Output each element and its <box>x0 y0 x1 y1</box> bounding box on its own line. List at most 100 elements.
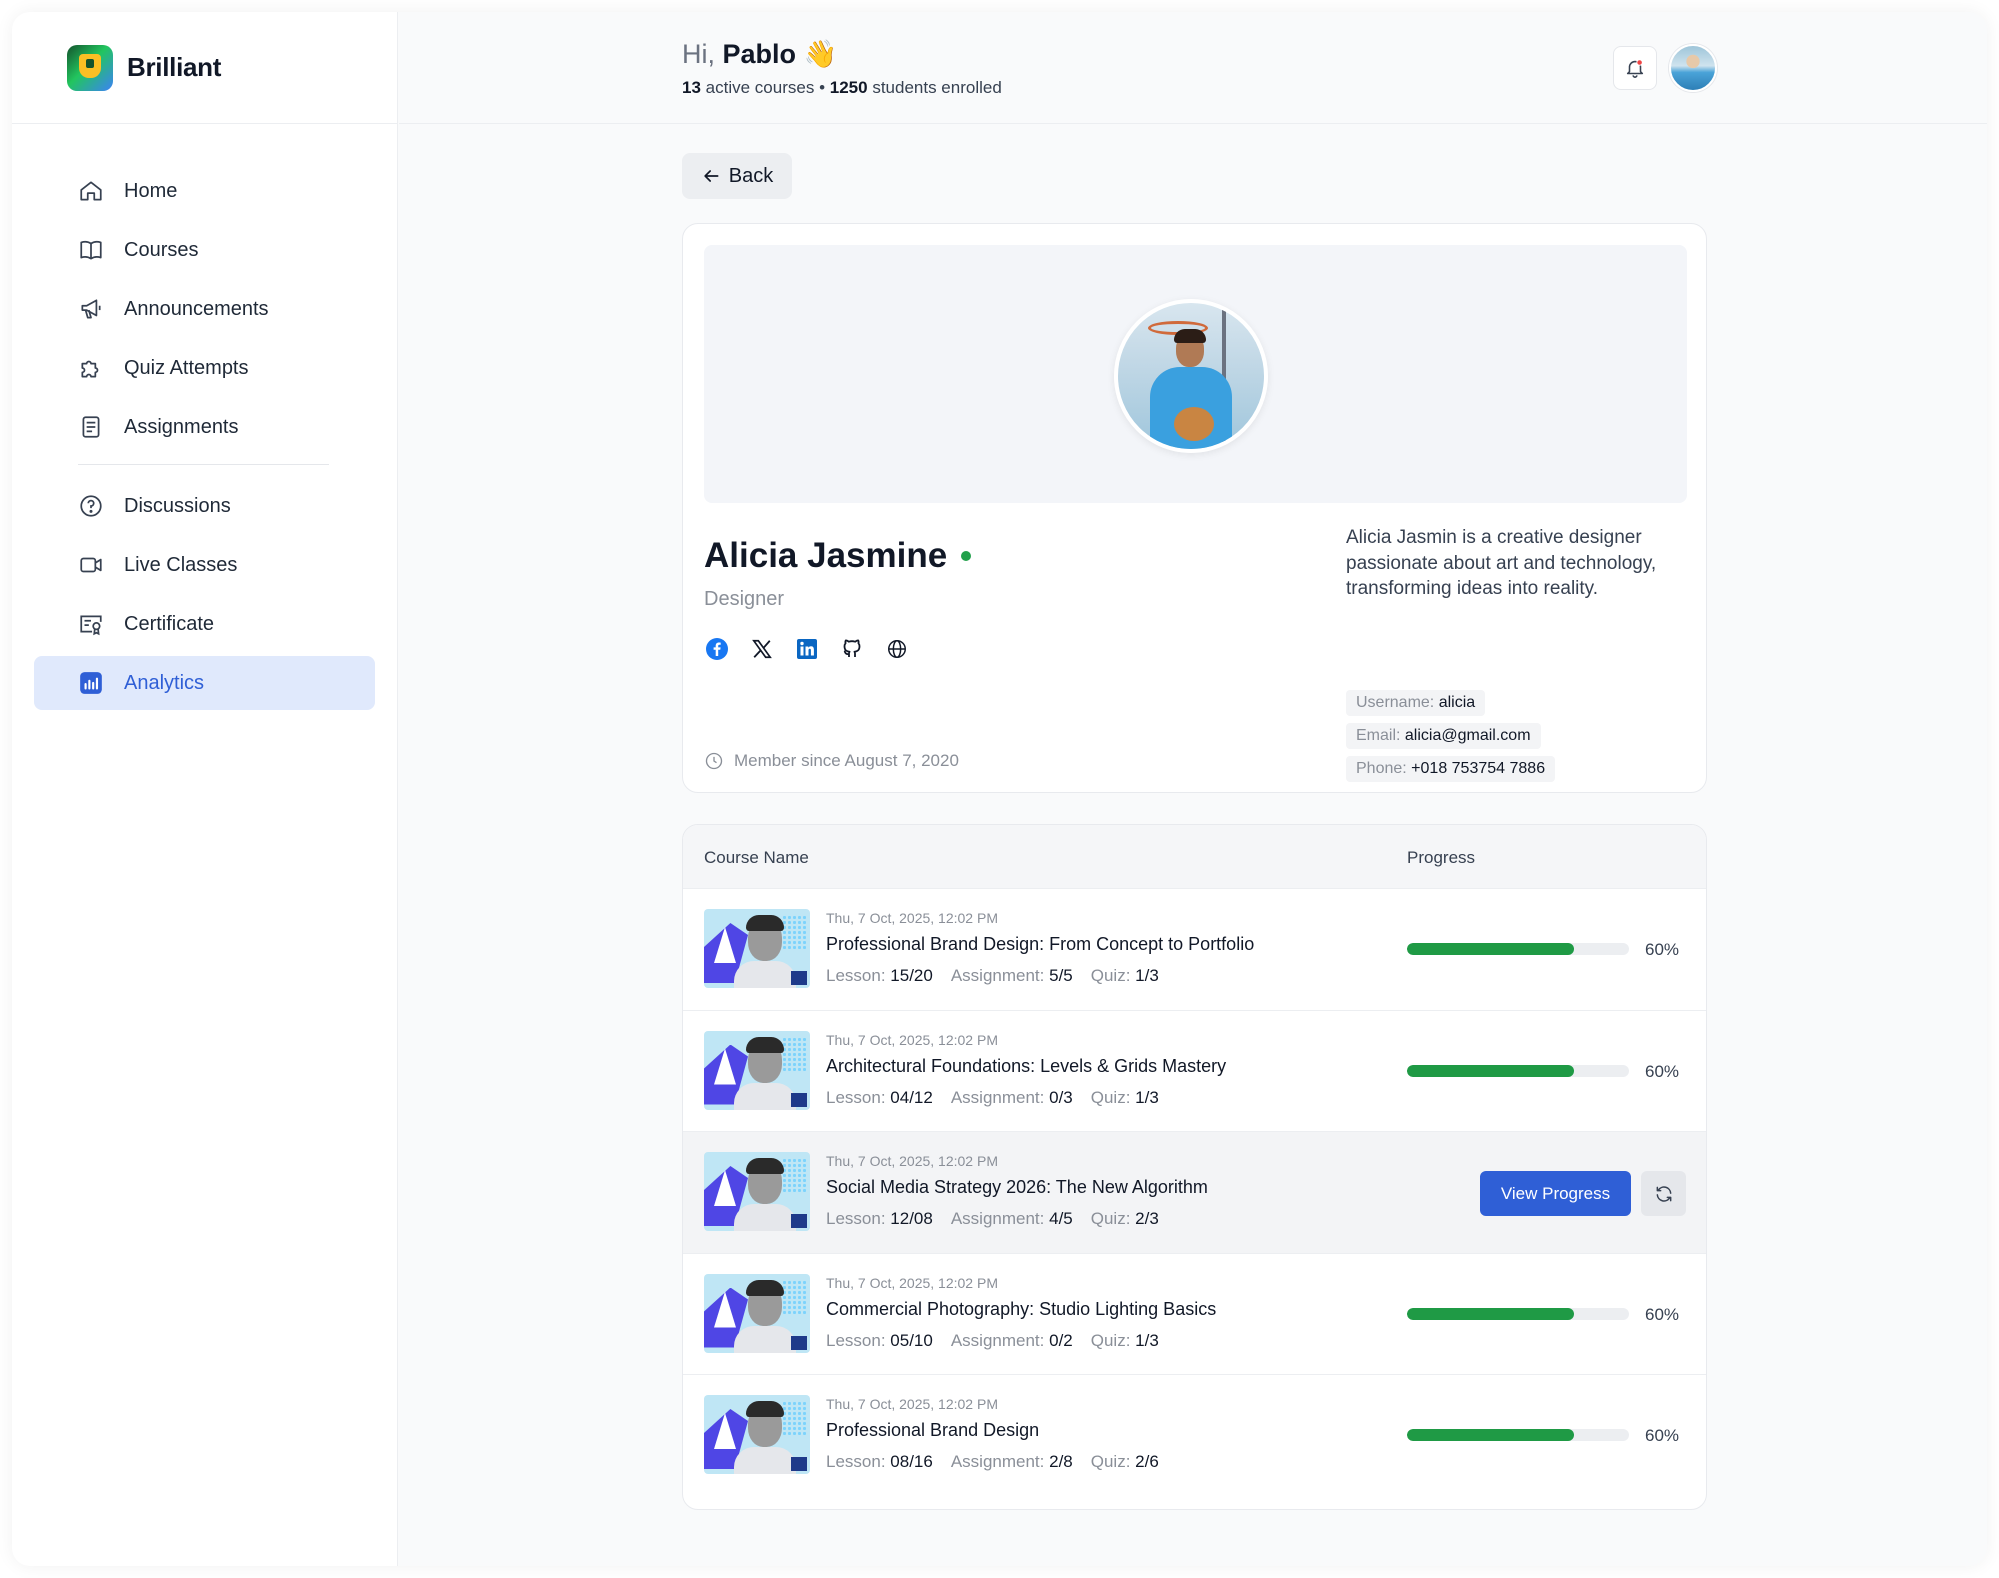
lesson-value: 15/20 <box>890 966 933 985</box>
progress-bar <box>1407 1307 1629 1320</box>
sidebar-item-discussions[interactable]: Discussions <box>34 479 375 533</box>
progress-bar-fill <box>1407 1064 1574 1077</box>
students-count: 1250 <box>829 78 868 97</box>
email-value: alicia@gmail.com <box>1404 727 1531 744</box>
lesson-stat: Lesson: 08/16 <box>826 1452 933 1472</box>
analytics-icon <box>80 672 102 694</box>
active-courses-count: 13 <box>682 78 701 97</box>
view-progress-button[interactable]: View Progress <box>1480 1171 1631 1216</box>
quiz-label: Quiz: <box>1090 1209 1131 1228</box>
globe-icon[interactable] <box>884 636 910 662</box>
table-row[interactable]: Thu, 7 Oct, 2025, 12:02 PM Architectural… <box>683 1011 1706 1132</box>
github-icon[interactable] <box>839 636 865 662</box>
sidebar-item-label: Announcements <box>124 297 269 320</box>
assignment-value: 5/5 <box>1049 966 1073 985</box>
progress-percent: 60% <box>1645 1304 1680 1324</box>
table-body: Thu, 7 Oct, 2025, 12:02 PM Professional … <box>683 889 1706 1497</box>
quiz-stat: Quiz: 2/3 <box>1091 1209 1159 1229</box>
sidebar-item-assignments[interactable]: Assignments <box>34 400 375 454</box>
course-title[interactable]: Commercial Photography: Studio Lighting … <box>826 1299 1216 1320</box>
progress-bar-fill <box>1407 1307 1574 1320</box>
table-row[interactable]: Thu, 7 Oct, 2025, 12:02 PM Professional … <box>683 889 1706 1011</box>
social-links <box>704 636 910 662</box>
home-icon <box>80 181 102 201</box>
assignment-stat: Assignment: 5/5 <box>951 966 1073 986</box>
profile-cover <box>704 245 1687 503</box>
facebook-icon[interactable] <box>704 636 730 662</box>
app-window: Brilliant Home Courses Announcements Qui… <box>12 12 1987 1566</box>
sidebar-item-analytics[interactable]: Analytics <box>34 656 375 710</box>
greeting-block: Hi, Pablo 👋 13 active courses • 1250 stu… <box>682 38 1002 98</box>
certificate-icon <box>80 615 102 636</box>
assignment-stat: Assignment: 0/3 <box>951 1088 1073 1108</box>
course-date: Thu, 7 Oct, 2025, 12:02 PM <box>826 910 998 926</box>
back-label: Back <box>728 164 774 187</box>
profile-role: Designer <box>704 588 785 610</box>
lesson-value: 12/08 <box>890 1209 933 1228</box>
lesson-label: Lesson: <box>826 966 886 985</box>
course-title[interactable]: Architectural Foundations: Levels & Grid… <box>826 1056 1226 1077</box>
quiz-value: 1/3 <box>1135 1330 1159 1350</box>
clock-icon <box>705 752 723 770</box>
sidebar-item-label: Assignments <box>124 415 239 438</box>
sidebar-item-courses[interactable]: Courses <box>34 223 375 277</box>
linkedin-icon[interactable] <box>794 636 820 662</box>
refresh-button[interactable] <box>1641 1171 1686 1216</box>
phone-row: Phone: +018 753754 7886 <box>1346 756 1556 782</box>
table-header: Course Name Progress <box>683 825 1706 889</box>
sidebar-item-home[interactable]: Home <box>34 164 375 218</box>
course-date: Thu, 7 Oct, 2025, 12:02 PM <box>826 1396 998 1412</box>
quiz-label: Quiz: <box>1090 1087 1131 1107</box>
students-label: students enrolled <box>872 78 1002 97</box>
user-avatar[interactable] <box>1669 44 1717 92</box>
username-label: Username: <box>1356 694 1435 711</box>
book-icon <box>80 240 102 260</box>
quiz-value: 2/6 <box>1135 1452 1159 1471</box>
course-date: Thu, 7 Oct, 2025, 12:02 PM <box>826 1031 998 1048</box>
sidebar-item-certificate[interactable]: Certificate <box>34 597 375 651</box>
progress-bar-fill <box>1407 1429 1574 1441</box>
course-progress-table: Course Name Progress Thu, 7 Oct, 2025, 1… <box>682 824 1707 1510</box>
quiz-label: Quiz: <box>1090 1330 1131 1350</box>
sidebar-item-live-classes[interactable]: Live Classes <box>34 538 375 592</box>
quiz-value: 1/3 <box>1135 966 1159 985</box>
course-title[interactable]: Professional Brand Design: From Concept … <box>826 934 1254 955</box>
table-row[interactable]: Thu, 7 Oct, 2025, 12:02 PM Social Media … <box>683 1132 1706 1254</box>
course-meta: Lesson: 08/16 Assignment: 2/8 Quiz: 2/6 <box>826 1452 1159 1472</box>
x-icon[interactable] <box>749 636 775 662</box>
quiz-label: Quiz: <box>1090 1452 1131 1471</box>
notifications-button[interactable] <box>1613 46 1657 90</box>
brand[interactable]: Brilliant <box>12 12 397 124</box>
sidebar-item-announcements[interactable]: Announcements <box>34 282 375 336</box>
back-button[interactable]: Back <box>682 153 792 199</box>
assignment-label: Assignment: <box>950 1452 1045 1471</box>
sidebar-item-quiz-attempts[interactable]: Quiz Attempts <box>34 341 375 395</box>
sidebar-nav: Home Courses Announcements Quiz Attempts… <box>34 164 375 715</box>
profile-name-row: Alicia Jasmine <box>704 536 972 576</box>
assignment-label: Assignment: <box>950 966 1045 985</box>
course-meta: Lesson: 12/08 Assignment: 4/5 Quiz: 2/3 <box>826 1209 1159 1229</box>
quiz-label: Quiz: <box>1090 966 1131 985</box>
course-thumbnail <box>704 909 810 988</box>
refresh-icon <box>1656 1185 1671 1202</box>
assignment-value: 4/5 <box>1049 1209 1073 1228</box>
video-icon <box>80 557 102 573</box>
progress-percent: 60% <box>1645 1426 1680 1445</box>
column-header-course-name: Course Name <box>704 848 809 867</box>
quiz-stat: Quiz: 1/3 <box>1091 966 1159 986</box>
lesson-value: 05/10 <box>890 1330 933 1350</box>
course-title[interactable]: Professional Brand Design <box>826 1420 1039 1441</box>
summary-stats: 13 active courses • 1250 students enroll… <box>682 78 1002 98</box>
quiz-stat: Quiz: 1/3 <box>1091 1331 1159 1351</box>
course-title[interactable]: Social Media Strategy 2026: The New Algo… <box>826 1177 1208 1198</box>
lesson-value: 08/16 <box>890 1452 933 1471</box>
profile-bio: Alicia Jasmin is a creative designer pas… <box>1346 527 1657 599</box>
table-row[interactable]: Thu, 7 Oct, 2025, 12:02 PM Commercial Ph… <box>683 1254 1706 1375</box>
greeting-text: Hi, <box>682 39 715 69</box>
course-thumbnail <box>704 1030 810 1110</box>
table-row[interactable]: Thu, 7 Oct, 2025, 12:02 PM Professional … <box>683 1375 1706 1497</box>
user-name: Pablo <box>722 39 797 69</box>
course-date: Thu, 7 Oct, 2025, 12:02 PM <box>826 1274 998 1291</box>
lesson-stat: Lesson: 04/12 <box>826 1088 933 1108</box>
assignment-value: 2/8 <box>1049 1452 1073 1471</box>
